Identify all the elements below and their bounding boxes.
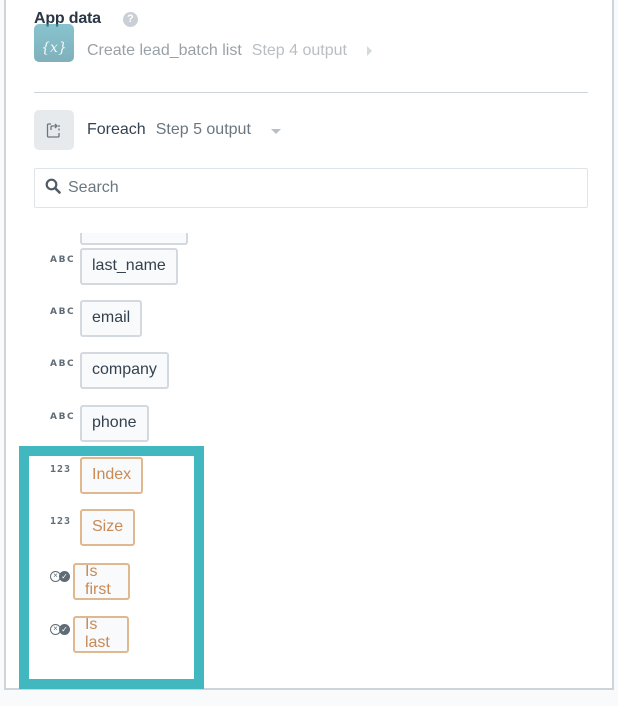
step-5-output-row[interactable]: Foreach Step 5 output (34, 110, 281, 150)
field-item[interactable]: ABC last_name (50, 247, 178, 285)
field-pill[interactable] (80, 233, 188, 245)
field-pill[interactable]: company (80, 351, 169, 389)
text-type-icon: ABC (50, 412, 76, 422)
question-circle-icon[interactable]: ? (122, 11, 138, 27)
text-type-icon: ABC (50, 307, 76, 317)
caret-right-icon[interactable] (366, 46, 372, 56)
loop-icon (34, 110, 74, 150)
field-pill[interactable]: last_name (80, 247, 178, 285)
field-pill[interactable]: Index (80, 456, 144, 494)
caret-down-icon[interactable] (270, 129, 281, 134)
text-type-icon: ABC (50, 255, 76, 265)
field-pill[interactable]: email (80, 299, 143, 337)
search-input[interactable] (68, 179, 548, 197)
step-name: Create lead_batch list (87, 42, 242, 59)
field-item-index[interactable]: 123 Index (50, 456, 144, 494)
step-subtitle: Step 5 output (155, 121, 251, 138)
search-box[interactable] (34, 168, 588, 208)
field-pill[interactable]: phone (80, 404, 149, 442)
variable-icon: {x} (34, 24, 74, 62)
field-pill[interactable]: Is last (72, 615, 129, 653)
field-item-size[interactable]: 123 Size (50, 508, 136, 546)
boolean-type-icon: × ✓ (50, 570, 73, 582)
step-4-output-row[interactable]: {x} Create lead_batch list Step 4 output (34, 24, 372, 62)
boolean-type-icon: × ✓ (50, 623, 73, 635)
search-icon (45, 178, 61, 199)
field-item[interactable]: ABC email (50, 299, 143, 337)
field-item[interactable]: ABC phone (50, 404, 149, 442)
step-name: Foreach (87, 121, 146, 138)
field-item-is-last[interactable]: × ✓ Is last (50, 615, 129, 653)
divider (34, 92, 588, 93)
app-data-panel: App data ? {x} Create lead_batch list St… (4, 0, 614, 690)
field-pill[interactable]: Is first (73, 562, 130, 600)
field-item[interactable]: ABC company (50, 351, 169, 389)
step-subtitle: Step 4 output (251, 42, 347, 59)
field-item-is-first[interactable]: × ✓ Is first (50, 562, 130, 600)
text-type-icon: ABC (50, 359, 76, 369)
number-type-icon: 123 (50, 463, 72, 475)
field-pill[interactable]: Size (80, 508, 136, 546)
number-type-icon: 123 (50, 515, 72, 527)
